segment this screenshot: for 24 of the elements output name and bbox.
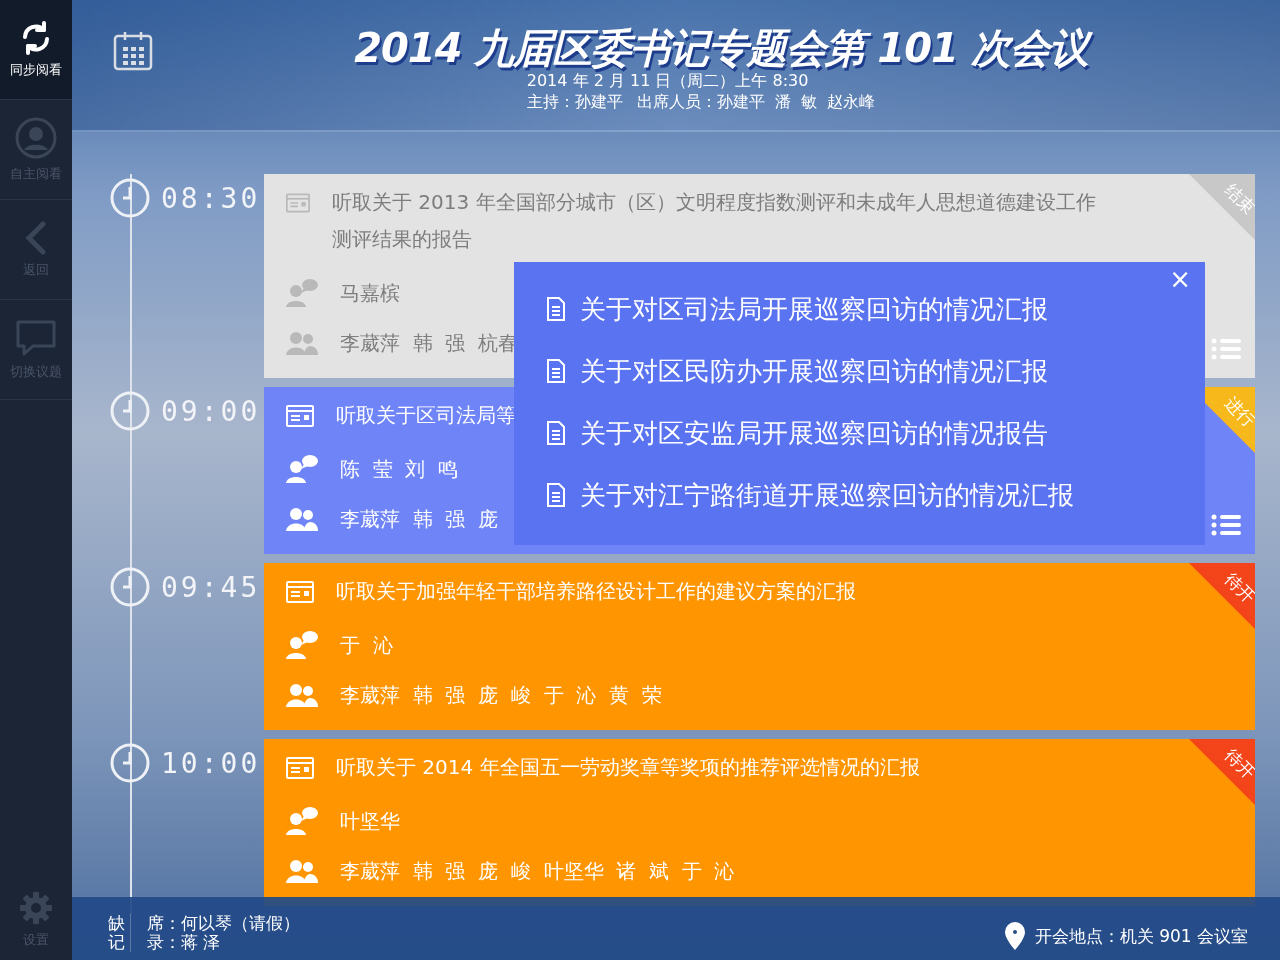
- agenda-attendees: 李葳萍 韩 强 庞 峻 于 沁 黄 荣: [340, 681, 662, 709]
- agenda-title: 听取关于加强年轻干部培养路径设计工作的建议方案的汇报: [336, 578, 856, 605]
- footer-label: 记: [108, 933, 131, 952]
- agenda-speaker: 于 沁: [340, 631, 393, 659]
- meeting-location: 开会地点：机关 901 会议室: [1034, 924, 1248, 948]
- status-ribbon: 待开: [1189, 739, 1255, 805]
- agenda-time: 10:00: [161, 746, 261, 780]
- agenda-speaker: 马嘉槟: [340, 279, 400, 307]
- agenda-attendees: 李葳萍 韩 强 庞 峻 叶坚华 诸 斌 于 沁: [340, 857, 735, 885]
- footer-value: 录：蒋 泽: [146, 933, 222, 952]
- agenda-title: 听取关于 2014 年全国五一劳动奖章等奖项的推荐评选情况的汇报: [336, 754, 920, 781]
- agenda-title: 听取关于 2013 年全国部分城市（区）文明程度指数测评和未成年人思想道德建设工作测评结果的报告: [331, 189, 1097, 253]
- agenda-speaker: 陈 莹 刘 鸣: [340, 455, 459, 483]
- agenda-time: 09:00: [161, 394, 261, 428]
- footer-value: 席：何以琴（请假）: [146, 914, 300, 933]
- agenda-time: 08:30: [161, 181, 261, 215]
- agenda-title: 听取关于区司法局等: [336, 402, 516, 429]
- agenda-time: 09:45: [161, 570, 261, 604]
- status-ribbon: 待开: [1189, 563, 1255, 629]
- meeting-attendees: 出席人员：孙建平 潘 敏 赵永峰: [636, 91, 876, 112]
- agenda-speaker: 叶坚华: [340, 807, 400, 835]
- footer-label: 缺: [108, 914, 131, 933]
- meeting-host: 主持：孙建平: [526, 91, 623, 112]
- agenda-attendees: 李葳萍 韩 强 庞: [340, 505, 499, 533]
